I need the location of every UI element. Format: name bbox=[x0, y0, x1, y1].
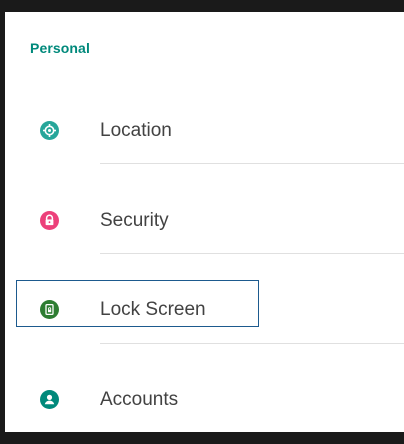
settings-item-label: Accounts bbox=[100, 389, 179, 410]
account-icon bbox=[40, 390, 59, 409]
settings-panel: Personal Location Security Lock Screen A… bbox=[5, 12, 404, 432]
settings-item-label: Security bbox=[100, 210, 169, 231]
divider bbox=[100, 253, 404, 254]
focus-highlight bbox=[16, 280, 259, 327]
location-icon bbox=[40, 121, 59, 140]
settings-item-accounts[interactable]: Accounts bbox=[5, 354, 404, 444]
settings-item-location[interactable]: Location bbox=[5, 85, 404, 175]
lock-icon bbox=[40, 211, 59, 230]
divider bbox=[100, 343, 404, 344]
section-header-personal: Personal bbox=[30, 40, 90, 56]
settings-item-label: Location bbox=[100, 120, 172, 141]
settings-item-security[interactable]: Security bbox=[5, 175, 404, 265]
divider bbox=[100, 163, 404, 164]
screen-frame: Personal Location Security Lock Screen A… bbox=[0, 0, 404, 432]
